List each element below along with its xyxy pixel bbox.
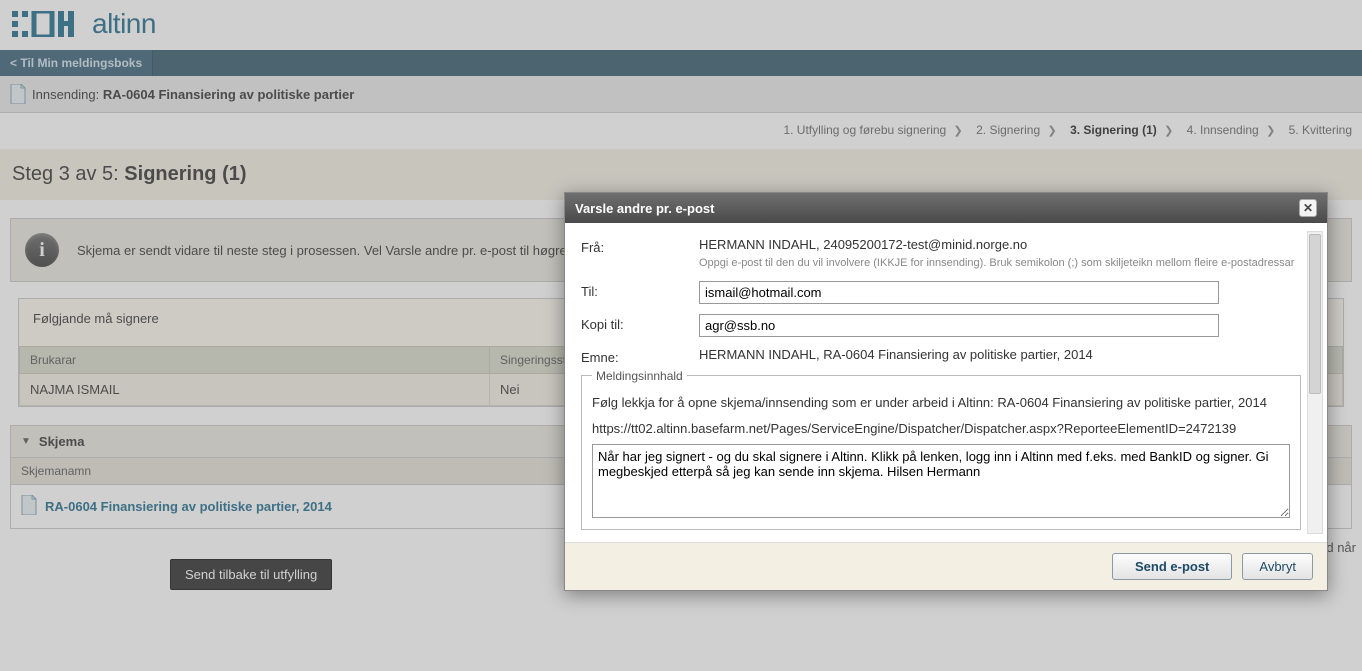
cc-input[interactable] <box>699 314 1219 337</box>
from-hint: Oppgi e-post til den du vil involvere (I… <box>699 256 1301 271</box>
close-button[interactable]: ✕ <box>1299 199 1317 217</box>
message-link: https://tt02.altinn.basefarm.net/Pages/S… <box>592 421 1290 436</box>
to-row: Til: <box>581 281 1301 304</box>
cancel-button[interactable]: Avbryt <box>1242 553 1313 580</box>
to-input[interactable] <box>699 281 1219 304</box>
message-intro: Følg lekkja for å opne skjema/innsending… <box>592 393 1290 413</box>
modal-title: Varsle andre pr. e-post <box>575 201 714 216</box>
from-value: HERMANN INDAHL, 24095200172-test@minid.n… <box>699 237 1301 252</box>
message-textarea[interactable] <box>592 444 1290 518</box>
from-row: Frå: HERMANN INDAHL, 24095200172-test@mi… <box>581 237 1301 271</box>
cc-row: Kopi til: <box>581 314 1301 337</box>
modal-footer: Send e-post Avbryt <box>565 542 1327 590</box>
subject-label: Emne: <box>581 347 699 365</box>
cc-label: Kopi til: <box>581 314 699 332</box>
close-icon: ✕ <box>1303 201 1313 215</box>
message-fieldset: Meldingsinnhald Følg lekkja for å opne s… <box>581 375 1301 530</box>
modal-header: Varsle andre pr. e-post ✕ <box>565 193 1327 223</box>
from-label: Frå: <box>581 237 699 255</box>
notify-modal: Varsle andre pr. e-post ✕ Frå: HERMANN I… <box>564 192 1328 591</box>
modal-body: Frå: HERMANN INDAHL, 24095200172-test@mi… <box>565 223 1327 542</box>
scrollbar-thumb[interactable] <box>1309 234 1321 394</box>
subject-row: Emne: HERMANN INDAHL, RA-0604 Finansieri… <box>581 347 1301 365</box>
send-email-button[interactable]: Send e-post <box>1112 553 1232 580</box>
fieldset-legend: Meldingsinnhald <box>592 369 687 383</box>
subject-value: HERMANN INDAHL, RA-0604 Finansiering av … <box>699 347 1301 362</box>
modal-scrollbar[interactable] <box>1307 231 1323 534</box>
to-label: Til: <box>581 281 699 299</box>
